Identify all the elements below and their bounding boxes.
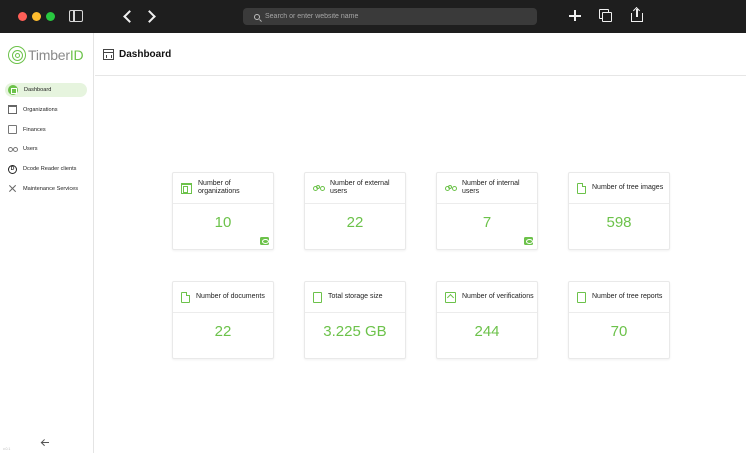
card-header: Number of tree images [569,173,669,204]
page-title: Dashboard [119,48,172,60]
card-label: Total storage size [328,293,383,300]
logo-text-main: Timber [28,47,70,63]
close-window-button[interactable] [18,12,27,21]
card-header: Number of organizations [173,173,273,204]
stat-card-storage-size: Total storage size 3.225 GB [304,281,406,359]
timberid-logo[interactable]: TimberID [8,46,84,64]
stat-card-verifications: Number of verifications 244 [436,281,538,359]
sidebar-item-label: Finances [23,126,46,133]
sidebar-item-label: Dcode Reader clients [23,166,77,173]
search-icon [254,13,260,20]
forward-arrow-icon[interactable] [143,9,157,23]
stat-card-documents: Number of documents 22 [172,281,274,359]
dcode-icon: D [8,164,17,174]
sidebar-item-label: Users [23,146,38,153]
dashboard-icon [8,85,18,95]
card-value: 10 [214,214,232,231]
card-label: Number of tree images [592,184,664,191]
sidebar-toggle-icon[interactable] [69,10,83,22]
card-value: 244 [474,323,500,340]
app-version: v.0.1 [3,447,11,451]
building-icon [8,105,17,115]
sidebar-item-dashboard[interactable]: Dashboard [5,83,87,97]
sidebar-item-maintenance-services[interactable]: Maintenance Services [5,182,87,196]
card-value: 598 [606,214,632,231]
fingerprint-logo-icon [8,46,26,64]
share-icon[interactable] [631,8,643,23]
back-arrow-icon[interactable] [121,9,135,23]
sidebar-item-finances[interactable]: Finances [5,123,87,137]
document-icon [577,182,586,194]
file-icon [313,291,322,303]
sidebar-item-dcode-reader-clients[interactable]: D Dcode Reader clients [5,162,87,176]
tabs-overview-icon[interactable] [599,9,613,23]
users-group-icon [445,183,457,194]
card-label: Number of internal users [462,180,520,195]
card-value: 22 [346,214,364,231]
view-internal-users-button[interactable] [524,237,533,245]
sidebar-nav: Dashboard Organizations Finances Users D… [5,83,87,202]
card-value: 22 [214,323,232,340]
sidebar-item-label: Maintenance Services [23,185,79,192]
view-organizations-button[interactable] [260,237,269,245]
stat-card-organizations: Number of organizations 10 [172,172,274,250]
minimize-window-button[interactable] [32,12,41,21]
card-label: Number of documents [196,293,265,300]
app-window: TimberID Dashboard Organizations Finance… [0,0,746,453]
card-header: Number of external users [305,173,405,204]
new-tab-icon[interactable] [569,9,582,22]
card-value: 3.225 GB [323,323,387,340]
card-header: Number of verifications [437,282,537,313]
sidebar-item-label: Organizations [23,106,58,113]
users-group-icon [313,183,325,194]
card-value: 7 [482,214,492,231]
stat-card-internal-users: Number of internal users 7 [436,172,538,250]
document-icon [181,291,190,303]
tools-icon [8,184,17,193]
url-input[interactable] [265,13,505,20]
stat-card-external-users: Number of external users 22 [304,172,406,250]
verification-icon [445,291,456,303]
collapse-sidebar-icon[interactable] [41,438,51,446]
finances-icon [8,125,17,135]
card-label: Number of verifications [462,293,534,300]
page-header: Dashboard [95,33,746,76]
card-header: Total storage size [305,282,405,313]
sidebar: TimberID Dashboard Organizations Finance… [0,33,94,453]
sidebar-item-organizations[interactable]: Organizations [5,103,87,117]
building-icon [181,182,192,194]
maximize-window-button[interactable] [46,12,55,21]
card-label: Number of organizations [198,180,240,195]
dashboard-icon [103,48,114,60]
card-header: Number of tree reports [569,282,669,313]
logo-text-accent: ID [69,47,84,63]
address-bar[interactable] [243,8,537,25]
card-header: Number of documents [173,282,273,313]
card-value: 70 [610,323,628,340]
card-label: Number of external users [330,180,390,195]
file-icon [577,291,586,303]
browser-toolbar [0,0,746,33]
card-label: Number of tree reports [592,293,663,300]
card-header: Number of internal users [437,173,537,204]
sidebar-item-label: Dashboard [24,87,52,93]
stat-card-tree-reports: Number of tree reports 70 [568,281,670,359]
users-icon [8,145,18,154]
stat-card-tree-images: Number of tree images 598 [568,172,670,250]
sidebar-item-users[interactable]: Users [5,142,87,156]
